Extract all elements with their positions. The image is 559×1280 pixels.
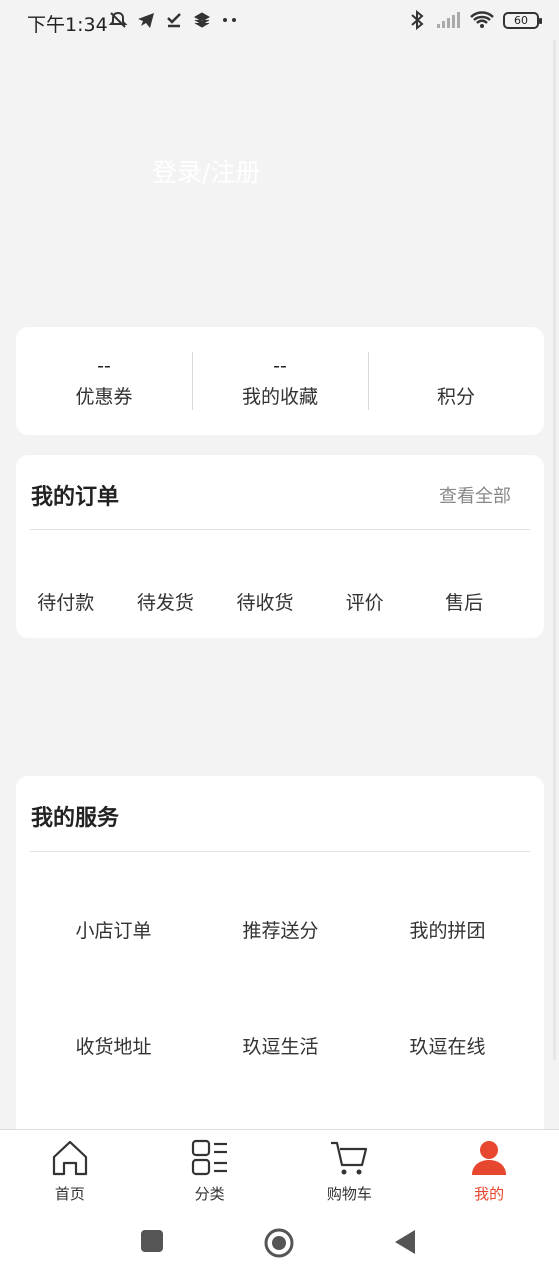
view-all-orders-link[interactable]: 查看全部	[439, 482, 511, 508]
more-dots-icon	[220, 9, 240, 31]
system-nav-bar	[0, 1209, 559, 1280]
stat-favorites[interactable]: -- 我的收藏	[192, 327, 368, 435]
order-after-sales[interactable]: 售后	[414, 588, 514, 615]
stat-points[interactable]: 积分	[368, 327, 544, 435]
orders-card: 我的订单 查看全部 待付款 待发货 待收货 评价 售后	[16, 455, 544, 638]
order-status-row: 待付款 待发货 待收货 评价 售后	[16, 588, 544, 615]
bottom-tab-bar: 首页 分类 购物车 我的	[0, 1129, 559, 1209]
tab-home[interactable]: 首页	[0, 1130, 140, 1209]
tab-label: 购物车	[326, 1185, 372, 1203]
home-button[interactable]	[263, 1227, 295, 1263]
layers-icon	[192, 9, 212, 31]
stat-value: --	[97, 354, 111, 377]
user-icon	[469, 1139, 509, 1181]
home-icon	[50, 1139, 90, 1181]
divider	[30, 529, 530, 530]
service-group-buy[interactable]: 我的拼团	[364, 916, 531, 942]
check-icon	[164, 9, 184, 31]
battery-icon: 60	[503, 11, 542, 29]
status-bar: 下午1:34 60	[0, 0, 559, 42]
service-shop-orders[interactable]: 小店订单	[30, 916, 197, 942]
cart-icon	[329, 1139, 369, 1181]
order-pending-payment[interactable]: 待付款	[16, 588, 116, 615]
service-jiudou-online[interactable]: 玖逗在线	[364, 1032, 531, 1058]
bluetooth-icon	[407, 9, 427, 31]
services-grid: 小店订单 推荐送分 我的拼团 收货地址 玖逗生活 玖逗在线	[16, 916, 544, 1058]
back-button[interactable]	[393, 1229, 417, 1259]
recent-apps-button[interactable]	[140, 1229, 164, 1257]
category-icon	[190, 1139, 230, 1181]
tab-category[interactable]: 分类	[140, 1130, 280, 1209]
scroll-indicator	[553, 40, 556, 1060]
order-pending-shipment[interactable]: 待发货	[116, 588, 216, 615]
orders-title: 我的订单	[31, 485, 120, 510]
service-shipping-address[interactable]: 收货地址	[30, 1032, 197, 1058]
tab-cart[interactable]: 购物车	[280, 1130, 420, 1209]
stat-value: --	[273, 354, 287, 377]
service-referral-points[interactable]: 推荐送分	[197, 916, 364, 942]
login-register-link[interactable]: 登录/注册	[152, 153, 260, 189]
signal-icon	[435, 9, 461, 31]
services-card: 我的服务 小店订单 推荐送分 我的拼团 收货地址 玖逗生活 玖逗在线	[16, 776, 544, 1146]
status-time: 下午1:34	[27, 14, 108, 36]
stat-label: 优惠券	[75, 385, 133, 408]
wifi-icon	[469, 9, 495, 31]
order-pending-receipt[interactable]: 待收货	[215, 588, 315, 615]
tab-label: 分类	[194, 1185, 225, 1203]
service-jiudou-life[interactable]: 玖逗生活	[197, 1032, 364, 1058]
telegram-icon	[136, 9, 156, 31]
status-system-icons: 60	[407, 9, 542, 31]
services-title: 我的服务	[31, 806, 120, 831]
stat-label: 积分	[436, 385, 475, 408]
stats-card: -- 优惠券 -- 我的收藏 积分	[16, 327, 544, 435]
tab-label: 我的	[474, 1185, 505, 1203]
tab-label: 首页	[54, 1185, 85, 1203]
stat-coupons[interactable]: -- 优惠券	[16, 327, 192, 435]
status-notification-icons	[108, 9, 240, 31]
order-review[interactable]: 评价	[315, 588, 415, 615]
mute-bell-icon	[108, 9, 128, 31]
tab-profile[interactable]: 我的	[419, 1130, 559, 1209]
divider	[30, 851, 530, 852]
stat-label: 我的收藏	[241, 385, 318, 408]
